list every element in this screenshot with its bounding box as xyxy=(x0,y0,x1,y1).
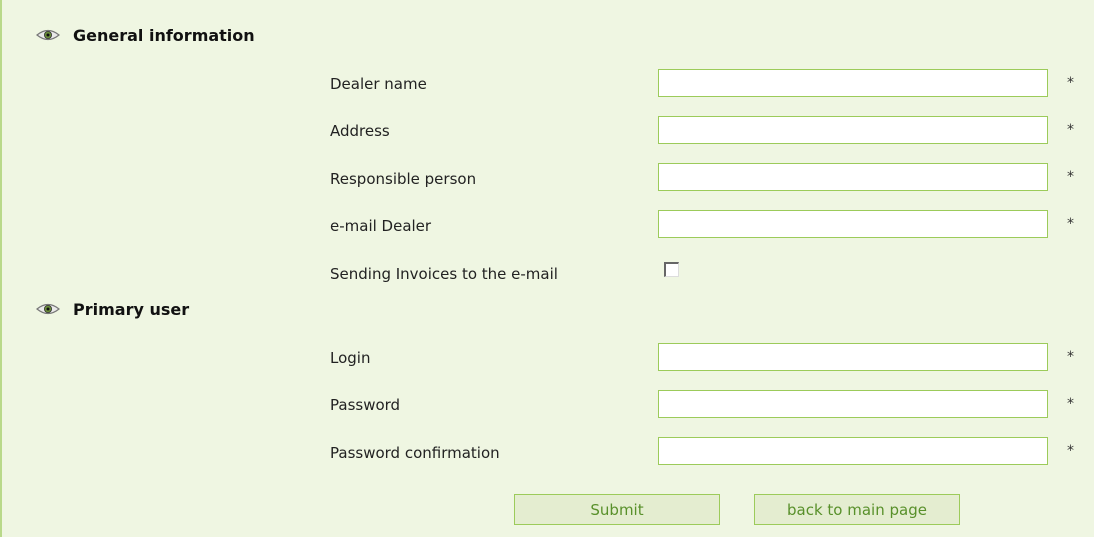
login-input[interactable] xyxy=(658,343,1048,371)
registration-panel: General information Dealer name * Addres… xyxy=(0,0,1094,537)
required-marker: * xyxy=(1067,216,1074,232)
address-input[interactable] xyxy=(658,116,1048,144)
login-label: Login xyxy=(330,349,371,367)
email-dealer-label: e-mail Dealer xyxy=(330,217,432,235)
required-marker: * xyxy=(1067,396,1074,412)
password-label: Password xyxy=(330,396,401,414)
section-general-information: General information xyxy=(36,24,255,46)
responsible-person-input[interactable] xyxy=(658,163,1048,191)
required-marker: * xyxy=(1067,169,1074,185)
required-marker: * xyxy=(1067,349,1074,365)
section-title: General information xyxy=(73,25,255,45)
required-marker: * xyxy=(1067,75,1074,91)
section-primary-user: Primary user xyxy=(36,298,189,320)
section-title: Primary user xyxy=(73,299,190,319)
submit-button[interactable]: Submit xyxy=(514,494,720,525)
password-confirmation-input[interactable] xyxy=(658,437,1048,465)
email-dealer-input[interactable] xyxy=(658,210,1048,238)
address-label: Address xyxy=(330,122,390,140)
back-to-main-page-button[interactable]: back to main page xyxy=(754,494,960,525)
send-invoices-checkbox[interactable] xyxy=(664,262,679,277)
eye-icon xyxy=(36,303,60,315)
required-marker: * xyxy=(1067,443,1074,459)
required-marker: * xyxy=(1067,122,1074,138)
send-invoices-label: Sending Invoices to the e-mail xyxy=(330,265,558,283)
dealer-name-input[interactable] xyxy=(658,69,1048,97)
password-input[interactable] xyxy=(658,390,1048,418)
dealer-name-label: Dealer name xyxy=(330,75,427,93)
responsible-person-label: Responsible person xyxy=(330,170,477,188)
eye-icon xyxy=(36,29,60,41)
password-confirmation-label: Password confirmation xyxy=(330,444,500,462)
